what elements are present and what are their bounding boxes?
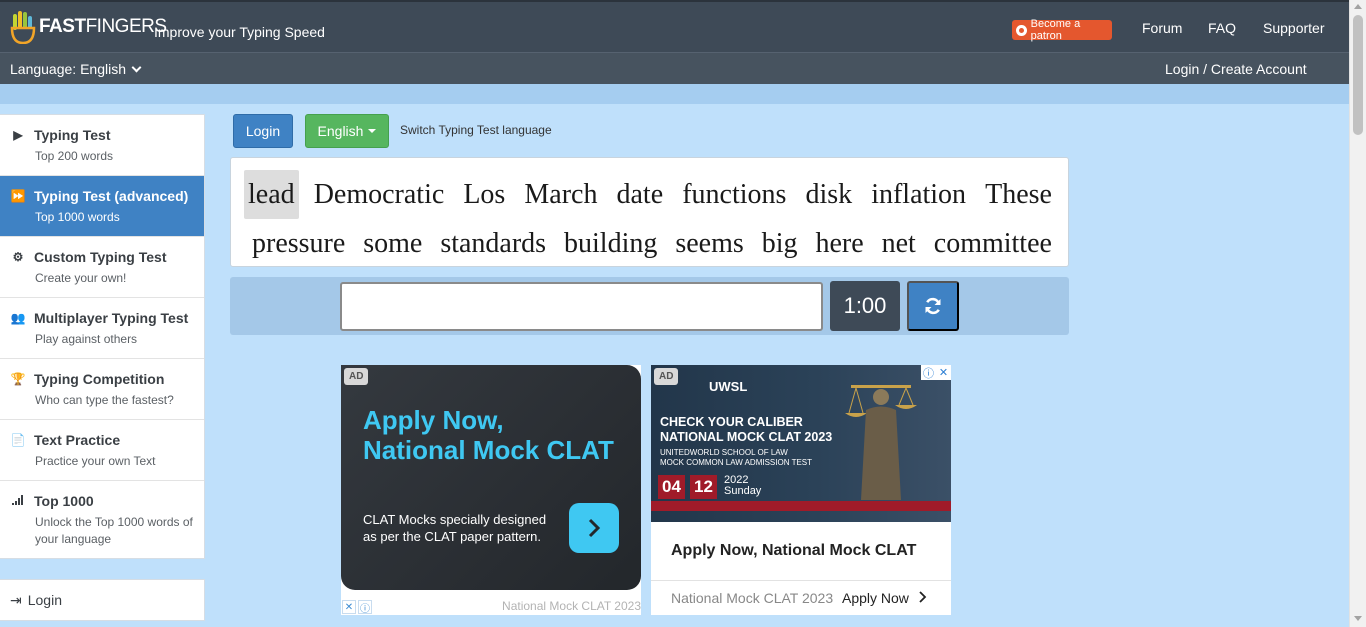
sidebar-login[interactable]: ⇥ Login — [0, 579, 205, 621]
sidebar-item-typing-test-advanced[interactable]: ⏩ Typing Test (advanced) Top 1000 words — [0, 176, 204, 237]
info-icon: ⓘ — [921, 365, 936, 380]
language-dropdown-button[interactable]: English — [305, 114, 389, 148]
word: seems — [675, 228, 744, 259]
word: net — [881, 228, 916, 259]
ad-brand: UWSL — [709, 379, 748, 394]
scroll-down-arrow-icon[interactable] — [1354, 616, 1362, 621]
sidebar-item-custom-typing-test[interactable]: ⚙ Custom Typing Test Create your own! — [0, 237, 204, 298]
ad-headline: Apply Now, National Mock CLAT — [363, 405, 614, 465]
play-icon: ▶ — [13, 128, 23, 142]
word: inflation — [871, 179, 967, 210]
ad-badge: AD — [344, 368, 369, 385]
gears-icon: ⚙ — [12, 250, 24, 264]
chevron-right-icon — [919, 591, 927, 603]
word: some — [363, 228, 423, 259]
fast-forward-icon: ⏩ — [10, 189, 26, 203]
close-icon: ✕ — [342, 600, 356, 614]
word: here — [815, 228, 864, 259]
site-logo[interactable]: FASTFINGERS — [10, 8, 167, 46]
ad-choices[interactable]: ⓘ ✕ — [921, 365, 951, 380]
word: disk — [805, 179, 853, 210]
word: standards — [440, 228, 547, 259]
word: Democratic — [313, 179, 445, 210]
header-stripe — [0, 84, 1349, 104]
ad-banner-image: AD UWSL CHECK YOUR CALIBER NATIONAL MOCK … — [651, 365, 951, 522]
ad-red-bar — [651, 501, 951, 511]
ad-title: Apply Now, National Mock CLAT — [671, 542, 917, 559]
refresh-icon — [925, 297, 941, 315]
login-create-account-link[interactable]: Login / Create Account — [1165, 61, 1307, 77]
divider — [651, 580, 951, 581]
typing-input-row: 1:00 — [230, 277, 1069, 335]
scroll-up-arrow-icon[interactable] — [1354, 4, 1362, 9]
ad-apply-now-link[interactable]: Apply Now — [842, 590, 927, 606]
lady-justice-image — [845, 385, 917, 500]
ad-check-text: CHECK YOUR CALIBER NATIONAL MOCK CLAT 202… — [660, 415, 833, 444]
chevron-down-icon — [131, 62, 142, 73]
language-selector[interactable]: Language: English — [10, 61, 142, 77]
word: date — [616, 179, 664, 210]
ad-clat-dark[interactable]: AD Apply Now, National Mock CLAT CLAT Moc… — [341, 365, 641, 615]
ad-source: National Mock CLAT 2023 — [671, 590, 834, 606]
word: functions — [682, 179, 787, 210]
word-line-2: pressure some standards building seems b… — [244, 219, 1056, 268]
sidebar-item-typing-test[interactable]: ▶ Typing Test Top 200 words — [0, 115, 204, 176]
login-button[interactable]: Login — [233, 114, 293, 148]
sidebar: ▶ Typing Test Top 200 words ⏩ Typing Test … — [0, 114, 205, 559]
ad-card: AD Apply Now, National Mock CLAT CLAT Moc… — [341, 365, 641, 590]
ad-school-text: UNITEDWORLD SCHOOL OF LAW MOCK COMMON LAW… — [660, 448, 813, 467]
ad-footer: National Mock CLAT 2023 — [502, 599, 641, 613]
word: building — [564, 228, 658, 259]
word-line-1: lead Democratic Los March date functions… — [244, 170, 1056, 219]
users-icon: 👥 — [10, 311, 26, 325]
become-patron-button[interactable]: Become a patron — [1012, 18, 1112, 42]
ad-date-weekday: 2022 Sunday — [724, 474, 762, 497]
caret-down-icon — [368, 129, 377, 133]
word: pressure — [252, 228, 346, 259]
sub-header: Language: English Login / Create Account — [0, 52, 1349, 84]
nav-supporter[interactable]: Supporter — [1263, 20, 1324, 36]
ad-description: CLAT Mocks specially designed as per the… — [363, 512, 547, 544]
top-header: FASTFINGERS Improve your Typing Speed Be… — [0, 0, 1349, 52]
sign-in-icon: ⇥ — [10, 592, 22, 608]
ad-uwsl[interactable]: AD UWSL CHECK YOUR CALIBER NATIONAL MOCK … — [651, 365, 951, 615]
word: committee — [933, 228, 1052, 259]
timer: 1:00 — [830, 281, 900, 331]
word: March — [524, 179, 598, 210]
word: These — [985, 179, 1052, 210]
logo-text: FASTFINGERS — [39, 16, 167, 37]
typing-input[interactable] — [340, 282, 823, 331]
chevron-right-icon — [588, 518, 601, 538]
page-scrollbar[interactable] — [1349, 0, 1366, 627]
ad-badge: AD — [654, 368, 679, 385]
info-icon: ⓘ — [358, 600, 372, 615]
sidebar-item-multiplayer[interactable]: 👥 Multiplayer Typing Test Play against ot… — [0, 298, 204, 359]
ad-choices[interactable]: ✕ ⓘ — [342, 600, 372, 615]
hand-logo-icon — [10, 11, 36, 44]
ad-go-button[interactable] — [569, 503, 619, 553]
sidebar-item-top-1000[interactable]: Top 1000 Unlock the Top 1000 words of yo… — [0, 481, 204, 559]
ad-date-month: 12 — [690, 475, 717, 499]
sidebar-item-text-practice[interactable]: 📄 Text Practice Practice your own Text — [0, 420, 204, 481]
document-icon: 📄 — [10, 433, 26, 447]
nav-forum[interactable]: Forum — [1142, 20, 1182, 36]
ad-date-day: 04 — [658, 475, 685, 499]
word-display: lead Democratic Los March date functions… — [230, 157, 1069, 267]
switch-language-text: Switch Typing Test language — [400, 123, 552, 137]
restart-button[interactable] — [907, 281, 959, 331]
patreon-icon — [1016, 24, 1027, 36]
signal-bars-icon — [10, 494, 26, 508]
nav-faq[interactable]: FAQ — [1208, 20, 1236, 36]
scrollbar-thumb[interactable] — [1353, 15, 1363, 135]
word: Los — [463, 179, 506, 210]
site-tagline: Improve your Typing Speed — [154, 24, 325, 40]
close-icon: ✕ — [936, 365, 951, 380]
current-word: lead — [244, 170, 299, 219]
patron-label: Become a patron — [1030, 18, 1081, 42]
word: big — [761, 228, 798, 259]
sidebar-item-competition[interactable]: 🏆 Typing Competition Who can type the fas… — [0, 359, 204, 420]
trophy-icon: 🏆 — [10, 372, 26, 386]
